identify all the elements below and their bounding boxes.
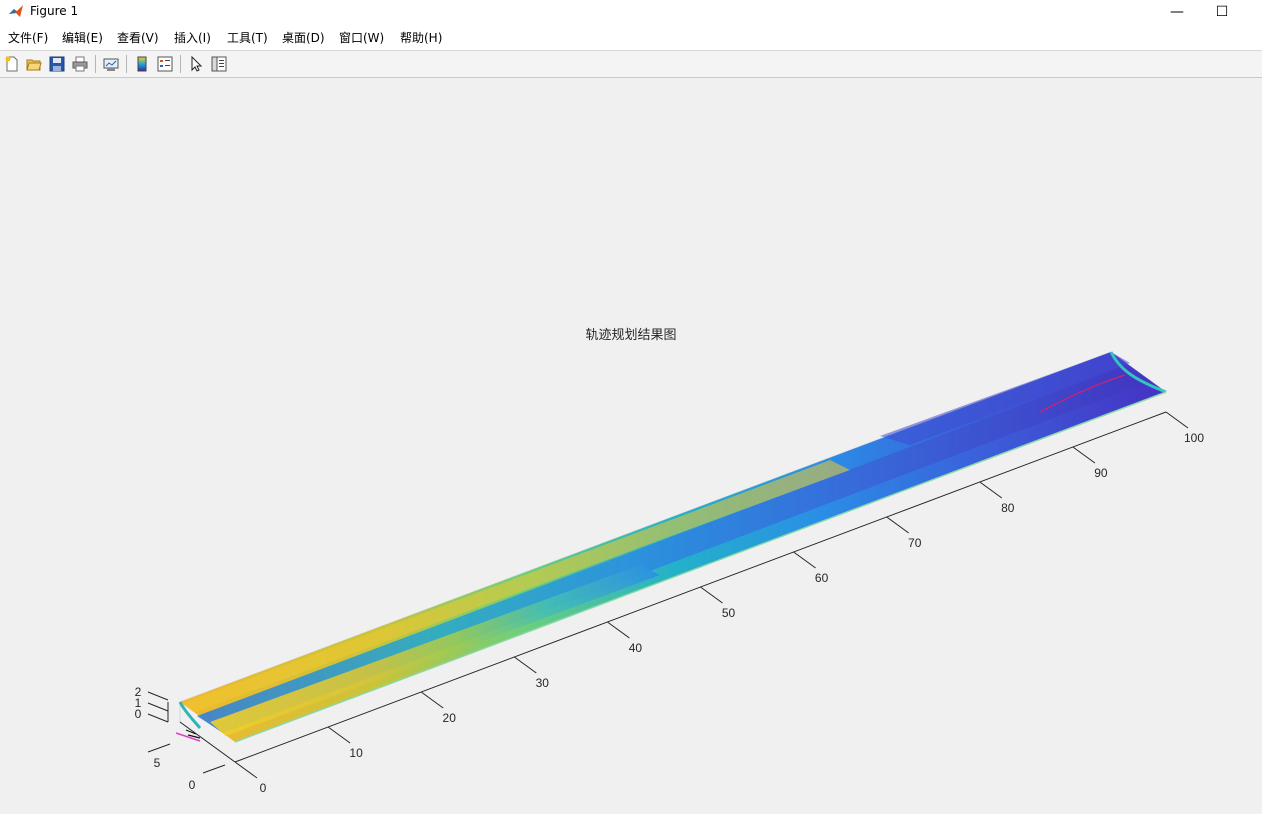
- link-plot-icon: [103, 58, 119, 71]
- menu-bar: 文件(F) 编辑(E) 查看(V) 插入(I) 工具(T) 桌面(D) 窗口(W…: [0, 24, 1262, 51]
- menu-edit[interactable]: 编辑(E): [62, 29, 103, 46]
- window-titlebar: Figure 1 — ☐: [0, 0, 1262, 24]
- x-tick-label: 20: [443, 711, 457, 725]
- property-inspector-icon: [211, 56, 227, 72]
- insert-colorbar-icon: [137, 56, 147, 72]
- open-file-button[interactable]: [24, 54, 44, 74]
- y-tick-label: 0: [189, 778, 196, 792]
- window-title: Figure 1: [30, 4, 79, 18]
- insert-colorbar-button[interactable]: [132, 54, 152, 74]
- 3d-axes: 0102030405060708090100 05 012: [135, 351, 1204, 795]
- menu-window[interactable]: 窗口(W): [339, 29, 384, 46]
- x-tick-label: 70: [908, 536, 922, 550]
- link-plot-button[interactable]: [101, 54, 121, 74]
- x-tick-mark: [979, 481, 1003, 499]
- edit-plot-arrow-icon: [191, 56, 203, 72]
- property-inspector-button[interactable]: [209, 54, 229, 74]
- x-tick-label: 10: [349, 746, 363, 760]
- y-axis-ticks: 05: [147, 743, 226, 792]
- z-tick-mark: [147, 691, 169, 701]
- x-tick-mark: [514, 656, 537, 674]
- toolbar-separator: [95, 55, 96, 73]
- surface-plot: [178, 351, 1167, 743]
- x-tick-mark: [607, 621, 630, 639]
- x-tick-mark: [793, 551, 816, 569]
- start-markers: [175, 729, 201, 742]
- z-tick-mark: [147, 713, 169, 723]
- save-button[interactable]: [47, 54, 67, 74]
- minimize-icon: —: [1170, 4, 1184, 20]
- menu-file[interactable]: 文件(F): [8, 29, 48, 46]
- save-icon: [49, 56, 65, 72]
- new-figure-icon: [5, 56, 18, 72]
- x-tick-mark: [1165, 411, 1189, 429]
- x-tick-label: 40: [629, 641, 643, 655]
- toolbar-separator: [180, 55, 181, 73]
- print-button[interactable]: [70, 54, 90, 74]
- menu-tools[interactable]: 工具(T): [227, 29, 268, 46]
- y-tick-mark: [147, 743, 171, 753]
- x-tick-label: 60: [815, 571, 829, 585]
- figure-canvas[interactable]: 轨迹规划结果图 0 10 20 30 40 50 60 70 80 90 100…: [0, 78, 1262, 814]
- insert-legend-button[interactable]: [155, 54, 175, 74]
- x-tick-mark: [234, 761, 258, 779]
- x-tick-label: 50: [722, 606, 736, 620]
- x-tick-mark: [1072, 446, 1096, 464]
- x-axis-ticks: 0 10 20 30 40 50 60 70 80 90 100: [234, 411, 1204, 795]
- menu-insert[interactable]: 插入(I): [174, 29, 211, 46]
- edit-plot-button[interactable]: [186, 54, 206, 74]
- z-tick-label: 2: [135, 685, 142, 699]
- menu-desktop[interactable]: 桌面(D): [282, 29, 325, 46]
- matlab-logo-icon: [9, 5, 23, 17]
- z-tick-mark: [147, 702, 169, 712]
- x-tick-label: 80: [1001, 501, 1015, 515]
- figure-toolbar: [0, 51, 1262, 78]
- toolbar-separator: [126, 55, 127, 73]
- x-tick-label: 0: [260, 781, 267, 795]
- x-tick-mark: [420, 691, 444, 709]
- maximize-button[interactable]: ☐: [1199, 0, 1245, 24]
- print-icon: [72, 56, 88, 72]
- open-file-icon: [26, 59, 42, 71]
- menu-help[interactable]: 帮助(H): [400, 29, 442, 46]
- x-tick-label: 100: [1184, 431, 1204, 445]
- y-tick-label: 5: [154, 756, 161, 770]
- x-tick-mark: [886, 516, 909, 534]
- maximize-icon: ☐: [1215, 4, 1229, 20]
- new-figure-button[interactable]: [2, 54, 22, 74]
- x-tick-mark: [327, 726, 351, 744]
- x-tick-mark: [700, 586, 723, 604]
- menu-view[interactable]: 查看(V): [117, 29, 159, 46]
- insert-legend-icon: [157, 56, 173, 72]
- minimize-button[interactable]: —: [1154, 0, 1200, 24]
- y-tick-mark: [202, 764, 226, 774]
- x-tick-label: 90: [1094, 466, 1108, 480]
- x-tick-label: 30: [536, 676, 550, 690]
- z-axis-ticks: 012: [135, 685, 169, 723]
